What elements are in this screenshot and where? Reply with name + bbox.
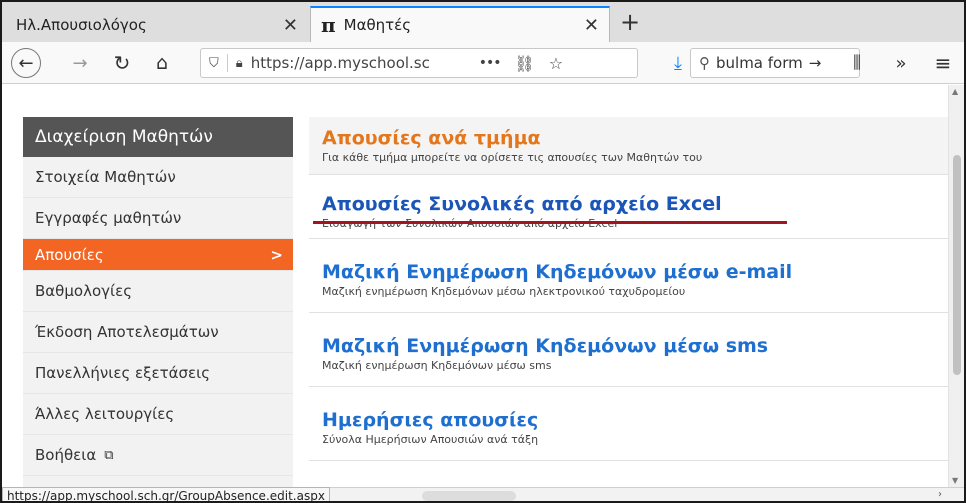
bookmark-star-icon[interactable]: ☆ xyxy=(549,54,563,73)
overflow-chevron-icon[interactable]: » xyxy=(888,42,914,84)
section-title[interactable]: Απουσίες ανά τμήμα xyxy=(322,125,948,151)
shield-icon[interactable]: ⛉ xyxy=(209,56,219,71)
sidebar-item-eggrafes[interactable]: Εγγραφές μαθητών xyxy=(23,198,293,239)
reload-icon[interactable]: ↻ xyxy=(110,42,134,84)
sidebar-header: Διαχείριση Μαθητών xyxy=(23,117,293,157)
status-bar: https://app.myschool.sch.gr/GroupAbsence… xyxy=(2,487,964,501)
download-icon[interactable]: ⤓ xyxy=(668,42,688,84)
item-description: Μαζική ενημέρωση Κηδεμόνων μέσω sms xyxy=(322,359,552,372)
item-link[interactable]: Μαζική Ενημέρωση Κηδεμόνων μέσω e-mail xyxy=(322,259,948,285)
page-actions-icon[interactable]: ••• xyxy=(479,55,502,71)
item-description: Σύνολα Ημερήσιων Απουσιών ανά τάξη xyxy=(322,433,539,446)
sidebar-item-label: Στοιχεία Μαθητών xyxy=(35,168,176,186)
item-link[interactable]: Απουσίες Συνολικές από αρχείο Excel xyxy=(322,191,948,217)
chevron-right-icon: > xyxy=(270,245,283,264)
sidebar-item-label: Βαθμολογίες xyxy=(35,282,132,300)
scroll-right-icon[interactable]: › xyxy=(938,489,942,500)
search-icon: ⚲ xyxy=(699,54,710,72)
scroll-down-icon[interactable]: ▼ xyxy=(952,476,958,485)
item-link[interactable]: Ημερήσιες απουσίες xyxy=(322,407,948,433)
url-separator xyxy=(226,54,228,72)
sidebar-item-label: Εγγραφές μαθητών xyxy=(35,209,182,227)
url-text[interactable]: https://app.myschool.sc xyxy=(251,54,473,72)
search-text: bulma form xyxy=(716,54,803,72)
horizontal-scrollbar-thumb[interactable] xyxy=(422,491,516,501)
tab-label: Μαθητές xyxy=(343,16,412,34)
new-tab-button[interactable]: + xyxy=(620,8,640,36)
page-content: Διαχείριση Μαθητών Στοιχεία Μαθητών Εγγρ… xyxy=(2,85,948,487)
sidebar-item-label: Πανελλήνιες εξετάσεις xyxy=(35,364,211,382)
sidebar-item-alles[interactable]: Άλλες λειτουργίες xyxy=(23,394,293,435)
library-icon[interactable]: ⫼ xyxy=(844,42,870,84)
tab-apousiologos[interactable]: Ηλ.Απουσιολόγος ✕ xyxy=(8,8,308,42)
url-bar[interactable]: ⛉ 🔒︎ https://app.myschool.sc ••• ⛓ ☆ xyxy=(200,48,638,78)
list-item: Μαζική Ενημέρωση Κηδεμόνων μέσω sms Μαζι… xyxy=(309,313,948,387)
scrollbar-thumb[interactable] xyxy=(953,155,961,375)
item-description: Μαζική ενημέρωση Κηδεμόνων μέσω ηλεκτρον… xyxy=(322,285,686,298)
sidebar-item-label: Βοήθεια xyxy=(35,446,97,464)
sidebar-item-voitheia[interactable]: Βοήθεια ⧉ xyxy=(23,435,293,476)
sidebar-item-ekdosi[interactable]: Έκδοση Αποτελεσμάτων xyxy=(23,312,293,353)
sidebar-item-label: Απουσίες xyxy=(35,245,104,264)
lock-icon[interactable]: 🔒︎ xyxy=(236,56,243,71)
link-icon[interactable]: ⛓ xyxy=(514,54,534,73)
vertical-scrollbar[interactable]: ▲ ▼ xyxy=(948,85,964,487)
back-arrow-icon: ← xyxy=(11,48,41,78)
item-description: Για κάθε τμήμα μπορείτε να ορίσετε τις α… xyxy=(322,151,703,164)
main-list: Απουσίες ανά τμήμα Για κάθε τμήμα μπορεί… xyxy=(309,117,948,487)
close-icon[interactable]: ✕ xyxy=(283,15,298,36)
item-link[interactable]: Μαζική Ενημέρωση Κηδεμόνων μέσω sms xyxy=(322,333,948,359)
sidebar-item-panellinies[interactable]: Πανελλήνιες εξετάσεις xyxy=(23,353,293,394)
sidebar-item-label: Άλλες λειτουργίες xyxy=(35,405,175,423)
scroll-up-icon[interactable]: ▲ xyxy=(952,87,958,96)
sidebar: Διαχείριση Μαθητών Στοιχεία Μαθητών Εγγρ… xyxy=(23,117,293,487)
tab-label: Ηλ.Απουσιολόγος xyxy=(16,16,147,34)
hamburger-menu-icon[interactable]: ≡ xyxy=(928,42,958,84)
close-icon[interactable]: ✕ xyxy=(584,15,599,36)
browser-window: Ηλ.Απουσιολόγος ✕ π Μαθητές ✕ + ← → ↻ ⌂ … xyxy=(0,0,966,503)
navigation-bar: ← → ↻ ⌂ ⛉ 🔒︎ https://app.myschool.sc •••… xyxy=(2,42,964,84)
list-item: Μαζική Ενημέρωση Κηδεμόνων μέσω e-mail Μ… xyxy=(309,239,948,313)
list-item: Απουσίες ανά τμήμα Για κάθε τμήμα μπορεί… xyxy=(309,117,948,175)
list-item: Απουσίες Συνολικές από αρχείο Excel Εισα… xyxy=(309,175,948,239)
pi-icon: π xyxy=(321,13,336,37)
search-input[interactable]: ⚲ bulma form → xyxy=(690,48,860,78)
tab-strip: Ηλ.Απουσιολόγος ✕ π Μαθητές ✕ + xyxy=(2,2,964,42)
external-link-icon: ⧉ xyxy=(104,447,114,463)
list-item: Ημερήσιες απουσίες Σύνολα Ημερήσιων Απου… xyxy=(309,387,948,461)
status-url: https://app.myschool.sch.gr/GroupAbsence… xyxy=(2,487,330,501)
sidebar-item-apousies[interactable]: Απουσίες > xyxy=(23,239,293,271)
sidebar-item-stoixeia[interactable]: Στοιχεία Μαθητών xyxy=(23,157,293,198)
search-go-icon[interactable]: → xyxy=(809,54,822,72)
tab-mathites[interactable]: π Μαθητές ✕ xyxy=(310,6,610,42)
forward-arrow-icon[interactable]: → xyxy=(70,42,90,84)
sidebar-item-vathmologies[interactable]: Βαθμολογίες xyxy=(23,271,293,312)
highlight-underline xyxy=(313,221,787,224)
home-icon[interactable]: ⌂ xyxy=(150,42,174,84)
sidebar-item-label: Έκδοση Αποτελεσμάτων xyxy=(35,323,219,341)
back-button[interactable]: ← xyxy=(8,42,44,84)
item-description: Εισαγωγή των Συνολικών Απουσιών από αρχε… xyxy=(322,217,948,231)
